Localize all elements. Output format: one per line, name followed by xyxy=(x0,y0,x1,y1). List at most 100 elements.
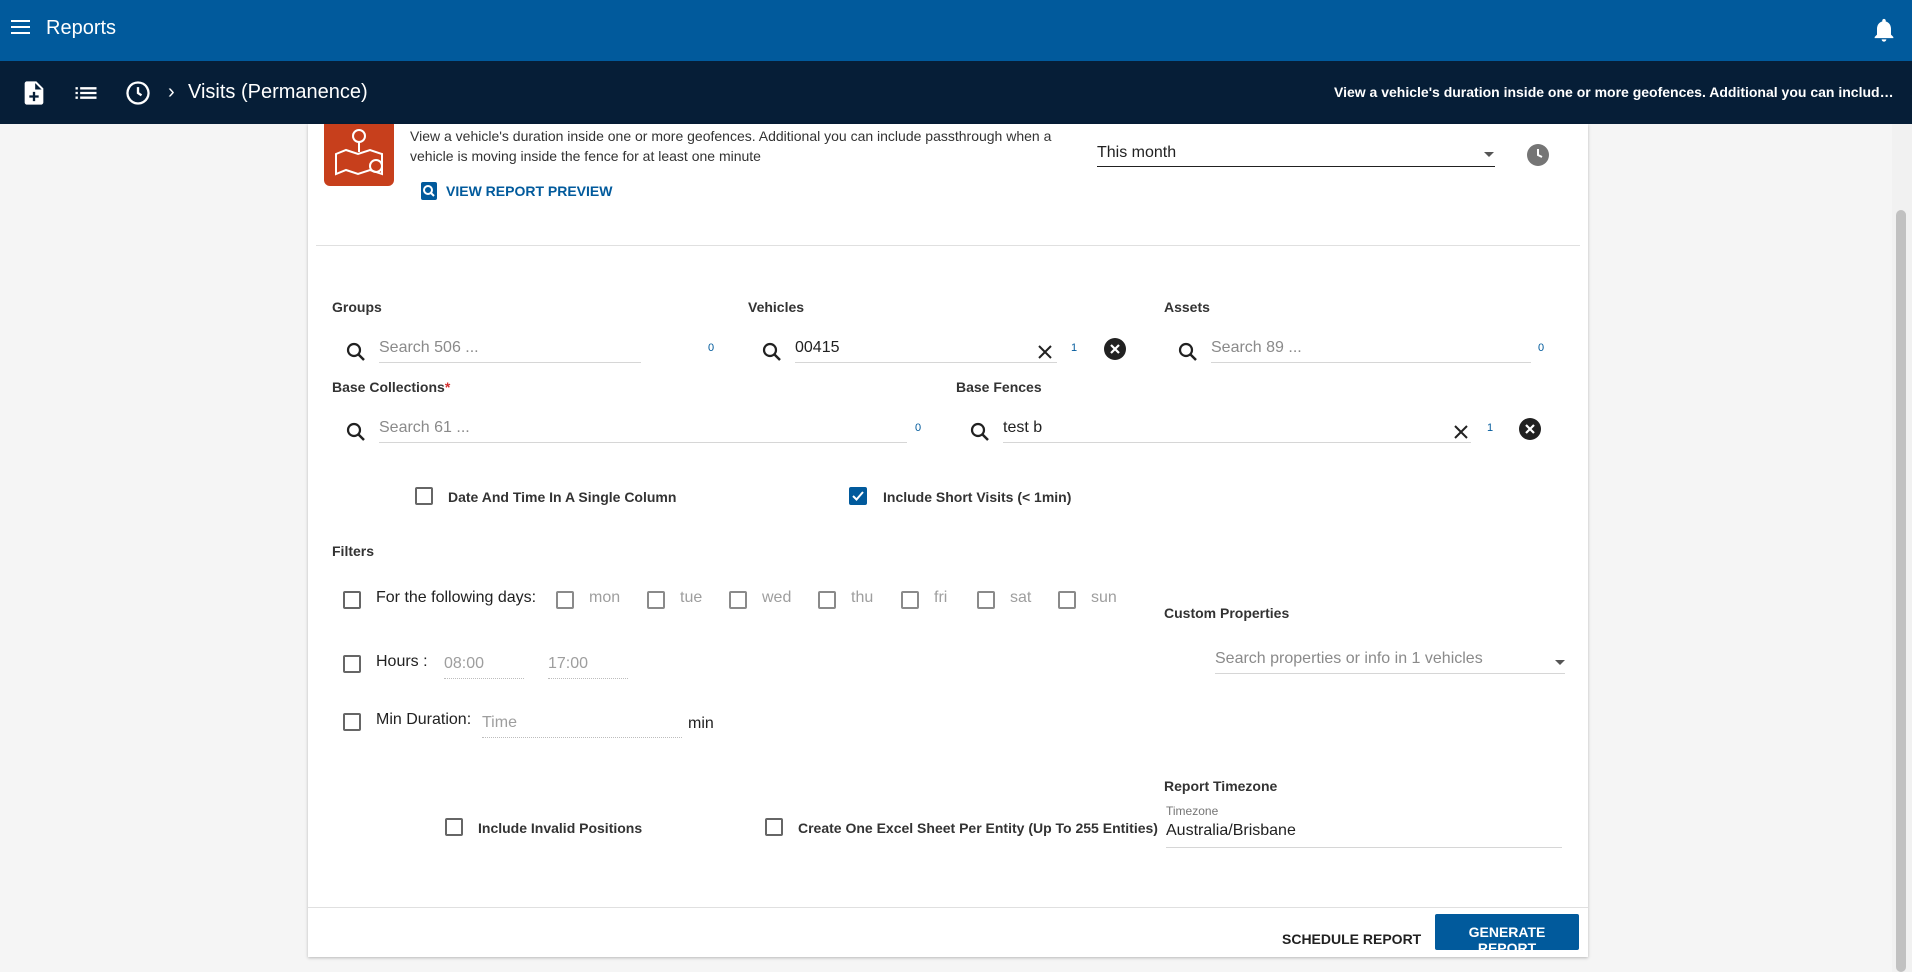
hours-filter-label: Hours : xyxy=(376,653,428,670)
report-toolbar: › Visits (Permanence) View a vehicle's d… xyxy=(0,61,1912,124)
min-duration-label: Min Duration: xyxy=(376,711,472,728)
app-title: Reports xyxy=(46,17,117,39)
base-collections-count: 0 xyxy=(915,422,922,434)
vehicles-label: Vehicles xyxy=(748,299,805,315)
groups-search-input[interactable]: Search 506 ... xyxy=(379,337,641,363)
vehicles-search-input[interactable]: 00415 xyxy=(795,337,1057,363)
menu-icon[interactable] xyxy=(8,16,36,44)
scrollbar-thumb[interactable] xyxy=(1896,210,1906,972)
notifications-bell-icon[interactable] xyxy=(1870,16,1898,44)
day-fri-checkbox[interactable] xyxy=(901,591,919,609)
vehicles-count: 1 xyxy=(1071,342,1078,354)
base-fences-search-input[interactable]: test b xyxy=(1003,417,1471,443)
search-icon xyxy=(346,342,365,361)
groups-count: 0 xyxy=(708,342,715,354)
timezone-input[interactable]: Australia/Brisbane xyxy=(1166,818,1562,848)
close-circle-icon xyxy=(1110,344,1120,354)
include-invalid-positions-checkbox[interactable] xyxy=(445,818,463,836)
dropdown-caret-icon xyxy=(1484,152,1494,157)
hours-filter-checkbox[interactable] xyxy=(343,655,361,673)
report-timezone-label: Report Timezone xyxy=(1164,778,1278,794)
clock-icon xyxy=(1537,149,1543,158)
remove-vehicles-button[interactable] xyxy=(1104,338,1126,360)
hours-from-input[interactable]: 08:00 xyxy=(444,655,524,679)
checkmark-icon xyxy=(852,491,864,501)
min-duration-checkbox[interactable] xyxy=(343,713,361,731)
day-tue-label: tue xyxy=(680,589,703,606)
day-sat-label: sat xyxy=(1010,589,1032,606)
history-clock-icon[interactable] xyxy=(124,79,152,107)
groups-search-placeholder: Search 506 ... xyxy=(379,339,479,356)
generate-report-button[interactable]: GENERATE REPORT xyxy=(1435,914,1579,956)
base-collections-search-input[interactable]: Search 61 ... xyxy=(379,417,907,443)
day-wed-checkbox[interactable] xyxy=(729,591,747,609)
report-description-header: View a vehicle's duration inside one or … xyxy=(1334,84,1894,100)
day-tue-checkbox[interactable] xyxy=(647,591,665,609)
days-filter-checkbox[interactable] xyxy=(343,591,361,609)
report-form-card: View a vehicle's duration inside one or … xyxy=(308,124,1588,957)
date-time-single-column-label: Date And Time In A Single Column xyxy=(448,489,677,505)
clear-base-fences-icon[interactable] xyxy=(1451,422,1471,442)
min-duration-placeholder: Time xyxy=(482,714,517,731)
day-thu-label: thu xyxy=(851,589,874,606)
schedule-clock-button[interactable] xyxy=(1527,144,1549,166)
day-fri-label: fri xyxy=(934,589,948,606)
filters-label: Filters xyxy=(332,543,375,559)
preview-search-icon xyxy=(421,182,437,200)
footer-divider xyxy=(308,907,1588,908)
day-sat-checkbox[interactable] xyxy=(977,591,995,609)
min-duration-input[interactable]: Time xyxy=(482,714,682,738)
base-collections-search-placeholder: Search 61 ... xyxy=(379,419,470,436)
include-invalid-positions-label: Include Invalid Positions xyxy=(478,820,643,836)
day-wed-label: wed xyxy=(762,589,792,606)
remove-base-fences-button[interactable] xyxy=(1519,418,1541,440)
base-fences-label: Base Fences xyxy=(956,379,1042,395)
min-duration-unit: min xyxy=(688,715,714,732)
timezone-value: Australia/Brisbane xyxy=(1166,822,1296,839)
one-sheet-per-entity-label: Create One Excel Sheet Per Entity (Up To… xyxy=(798,820,1158,836)
include-short-visits-label: Include Short Visits (< 1min) xyxy=(883,489,1072,505)
timezone-field-label: Timezone xyxy=(1166,804,1219,818)
close-circle-icon xyxy=(1525,424,1535,434)
schedule-report-button[interactable]: SCHEDULE REPORT xyxy=(1272,921,1431,957)
day-mon-label: mon xyxy=(589,589,621,606)
day-mon-checkbox[interactable] xyxy=(556,591,574,609)
assets-count: 0 xyxy=(1538,342,1545,354)
custom-properties-placeholder: Search properties or info in 1 vehicles xyxy=(1215,650,1483,667)
top-app-bar: Reports xyxy=(0,0,1912,61)
vehicles-search-value: 00415 xyxy=(795,339,840,356)
breadcrumb-current: Visits (Permanence) xyxy=(188,81,368,103)
period-select-value: This month xyxy=(1097,144,1177,161)
search-icon xyxy=(1178,342,1197,361)
include-short-visits-checkbox[interactable] xyxy=(849,487,867,505)
day-sun-label: sun xyxy=(1091,589,1117,606)
one-sheet-per-entity-checkbox[interactable] xyxy=(765,818,783,836)
days-filter-label: For the following days: xyxy=(376,589,537,606)
report-description: View a vehicle's duration inside one or … xyxy=(410,128,1052,164)
date-time-single-column-checkbox[interactable] xyxy=(415,487,433,505)
base-fences-count: 1 xyxy=(1487,422,1494,434)
custom-properties-select[interactable]: Search properties or info in 1 vehicles xyxy=(1215,648,1565,674)
section-divider xyxy=(316,245,1580,246)
period-select[interactable]: This month xyxy=(1097,141,1495,167)
search-icon xyxy=(762,342,781,361)
list-icon[interactable] xyxy=(72,79,100,107)
dropdown-caret-icon xyxy=(1555,660,1565,665)
groups-label: Groups xyxy=(332,299,382,315)
new-report-icon[interactable] xyxy=(20,79,48,107)
base-collections-label: Base Collections* xyxy=(332,379,451,395)
day-thu-checkbox[interactable] xyxy=(818,591,836,609)
hours-from-placeholder: 08:00 xyxy=(444,655,485,672)
view-report-preview-link[interactable]: VIEW REPORT PREVIEW xyxy=(420,181,612,201)
assets-search-placeholder: Search 89 ... xyxy=(1211,339,1302,356)
hours-to-placeholder: 17:00 xyxy=(548,655,589,672)
hours-to-input[interactable]: 17:00 xyxy=(548,655,628,679)
custom-properties-label: Custom Properties xyxy=(1164,605,1290,621)
view-report-preview-label: VIEW REPORT PREVIEW xyxy=(446,183,613,199)
clear-vehicles-icon[interactable] xyxy=(1035,342,1055,362)
required-mark: * xyxy=(444,379,451,395)
day-sun-checkbox[interactable] xyxy=(1058,591,1076,609)
assets-search-input[interactable]: Search 89 ... xyxy=(1211,337,1531,363)
geofence-report-icon xyxy=(324,124,394,186)
assets-label: Assets xyxy=(1164,299,1210,315)
